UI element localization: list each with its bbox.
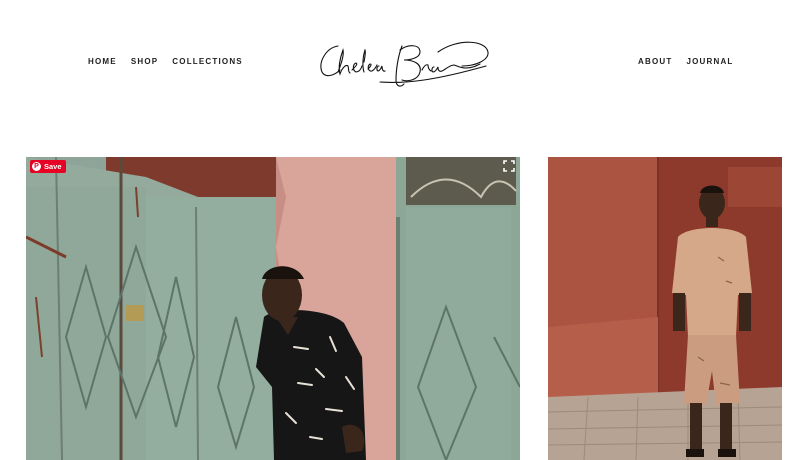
nav-about-link[interactable]: ABOUT [638,57,672,66]
signature-logo-icon [320,41,489,87]
nav-journal-link[interactable]: JOURNAL [686,57,733,66]
pinterest-save-button[interactable]: P Save [30,160,66,173]
site-logo[interactable] [316,36,496,94]
photo-man-green-doors [26,157,520,460]
photo-man-red-alley [548,157,782,460]
gallery-photo-beige-outfit[interactable] [548,157,782,460]
save-button-label: Save [44,162,62,171]
primary-nav-right: ABOUT JOURNAL [638,57,734,66]
expand-icon[interactable] [503,160,515,172]
gallery-photo-black-shirt[interactable]: P Save [26,157,520,460]
pinterest-icon: P [32,162,41,171]
nav-collections-link[interactable]: COLLECTIONS [172,57,243,66]
primary-nav-left: HOME SHOP COLLECTIONS [88,57,243,66]
nav-home-link[interactable]: HOME [88,57,117,66]
nav-shop-link[interactable]: SHOP [131,57,158,66]
